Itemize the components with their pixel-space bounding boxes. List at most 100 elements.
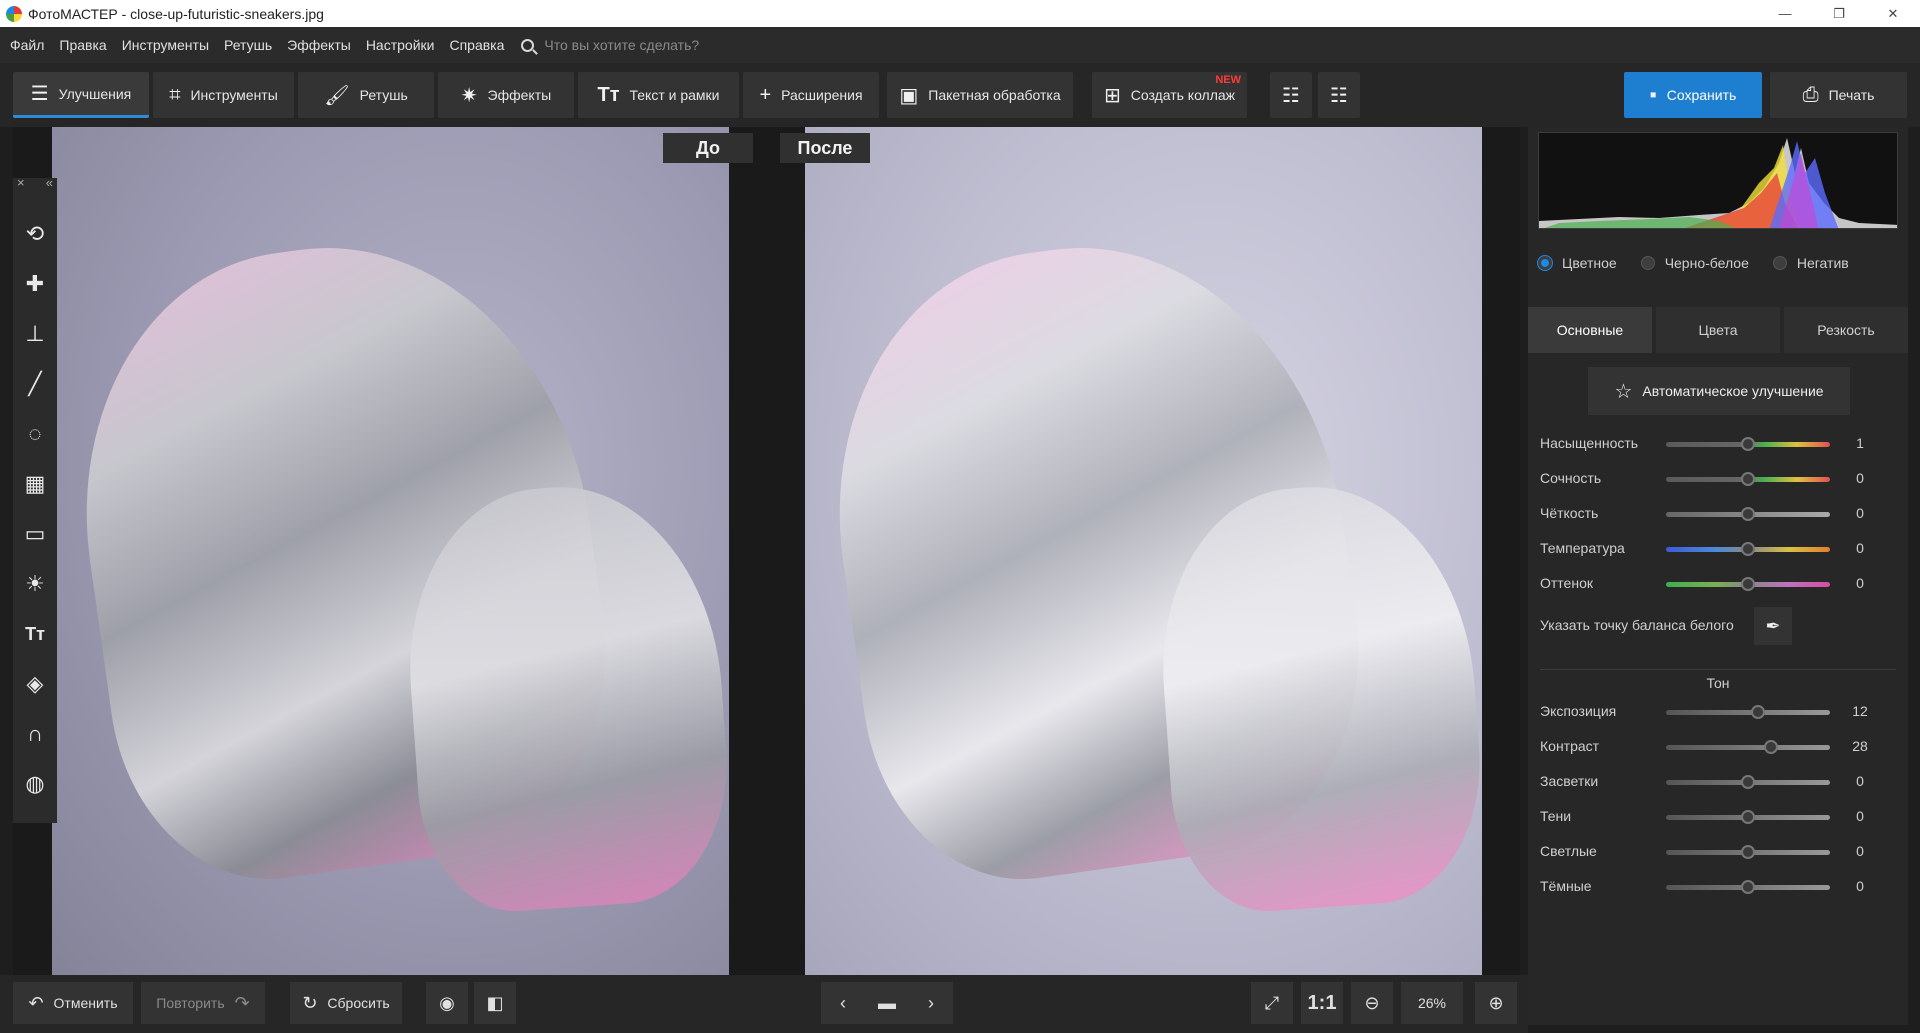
- reset-button[interactable]: ↻ Сбросить: [290, 982, 402, 1024]
- brush-tool-icon[interactable]: ╱: [19, 368, 51, 400]
- menu-tools[interactable]: Инструменты: [122, 37, 209, 53]
- slider-handle[interactable]: [1741, 472, 1755, 486]
- tab-sharpness[interactable]: Резкость: [1784, 307, 1908, 353]
- vignette-icon[interactable]: ▭: [19, 518, 51, 550]
- slider-handle[interactable]: [1741, 437, 1755, 451]
- menu-edit[interactable]: Правка: [59, 37, 106, 53]
- tab-label: Эффекты: [487, 87, 552, 103]
- save-button[interactable]: ▪ Сохранить: [1624, 72, 1762, 118]
- slider-handle[interactable]: [1741, 577, 1755, 591]
- slider-track[interactable]: [1666, 577, 1830, 591]
- slider-handle[interactable]: [1741, 542, 1755, 556]
- slider-handle[interactable]: [1741, 775, 1755, 789]
- slider-track[interactable]: [1666, 740, 1830, 754]
- menu-help[interactable]: Справка: [449, 37, 504, 53]
- slider-value: 28: [1852, 738, 1868, 754]
- auto-enhance-button[interactable]: ☆ Автоматическое улучшение: [1588, 367, 1850, 415]
- after-label: После: [780, 133, 870, 163]
- fit-to-screen-button[interactable]: ⤢: [1251, 982, 1293, 1024]
- menu-retouch[interactable]: Ретушь: [224, 37, 272, 53]
- menu-effects[interactable]: Эффекты: [287, 37, 351, 53]
- slider-track[interactable]: [1666, 880, 1830, 894]
- tab-extensions[interactable]: + Расширения: [743, 72, 879, 118]
- tab-effects[interactable]: ✷ Эффекты: [438, 72, 574, 118]
- slider-track[interactable]: [1666, 810, 1830, 824]
- open-folder-button[interactable]: ▬: [865, 982, 909, 1024]
- undo-button[interactable]: ↶ Отменить: [13, 982, 133, 1024]
- zoom-out-button[interactable]: ⊖: [1351, 982, 1393, 1024]
- redo-button[interactable]: Повторить ↷: [141, 982, 265, 1024]
- maximize-button[interactable]: ❐: [1812, 0, 1866, 27]
- slider-track[interactable]: [1666, 507, 1830, 521]
- tab-enhancements[interactable]: ☰ Улучшения: [13, 72, 149, 118]
- batch-processing-button[interactable]: ▣ Пакетная обработка: [887, 72, 1073, 118]
- tab-retouch[interactable]: 🖌 Ретушь: [298, 72, 434, 118]
- rotate-tool-icon[interactable]: ⟲: [19, 218, 51, 250]
- slider-handle[interactable]: [1741, 810, 1755, 824]
- tab-label: Расширения: [781, 87, 863, 103]
- close-panel-icon[interactable]: ×: [17, 175, 25, 195]
- radio-icon: [1772, 256, 1787, 270]
- sneaker-back: [397, 476, 729, 918]
- slider-track[interactable]: [1666, 472, 1830, 486]
- slider-track[interactable]: [1666, 705, 1830, 719]
- close-window-button[interactable]: ✕: [1866, 0, 1920, 27]
- tab-tools[interactable]: ⌗ Инструменты: [153, 72, 294, 118]
- mode-negative[interactable]: Негатив: [1772, 255, 1849, 271]
- mode-color[interactable]: Цветное: [1538, 255, 1617, 271]
- auto-enhance-label: Автоматическое улучшение: [1642, 383, 1824, 399]
- minimize-button[interactable]: —: [1758, 0, 1812, 27]
- slider-label: Экспозиция: [1540, 703, 1617, 719]
- fill-icon[interactable]: ◈: [19, 668, 51, 700]
- gradient-filter-icon[interactable]: ▦: [19, 468, 51, 500]
- mode-bw[interactable]: Черно-белое: [1640, 255, 1749, 271]
- slider-track[interactable]: [1666, 437, 1830, 451]
- healing-patch-icon[interactable]: ✚: [19, 268, 51, 300]
- tab-basic[interactable]: Основные: [1528, 307, 1652, 353]
- zoom-level[interactable]: 26%: [1401, 982, 1463, 1024]
- eye-icon: ◉: [439, 992, 455, 1013]
- search-icon: [521, 38, 535, 52]
- reset-icon: ↻: [302, 992, 318, 1013]
- next-image-button[interactable]: ›: [909, 982, 953, 1024]
- tab-label: Пакетная обработка: [928, 87, 1061, 103]
- menu-settings[interactable]: Настройки: [366, 37, 435, 53]
- stamp-icon[interactable]: ⊥: [19, 318, 51, 350]
- menu-file[interactable]: Файл: [10, 37, 44, 53]
- light-icon[interactable]: ☀: [19, 568, 51, 600]
- slider-value: 0: [1856, 540, 1864, 556]
- actual-size-button[interactable]: 1:1: [1301, 982, 1343, 1024]
- preview-toggle-button[interactable]: ◉: [426, 982, 468, 1024]
- print-button[interactable]: ⎙ Печать: [1770, 72, 1907, 118]
- zoom-in-button[interactable]: ⊕: [1475, 982, 1517, 1024]
- compare-view-button[interactable]: ◧: [474, 982, 516, 1024]
- tab-colors[interactable]: Цвета: [1656, 307, 1780, 353]
- tab-text-frames[interactable]: Tт Текст и рамки: [578, 72, 739, 118]
- printer-icon: ⎙: [1802, 83, 1819, 106]
- add-preset-button[interactable]: ☷: [1270, 72, 1312, 118]
- slider-handle[interactable]: [1741, 507, 1755, 521]
- create-collage-button[interactable]: ⊞ Создать коллаж NEW: [1092, 72, 1247, 118]
- redo-label: Повторить: [156, 995, 225, 1011]
- slider-handle[interactable]: [1741, 845, 1755, 859]
- slider-value: 0: [1856, 808, 1864, 824]
- radial-filter-icon[interactable]: ◌: [19, 418, 51, 450]
- slider-track[interactable]: [1666, 775, 1830, 789]
- main-toolbar: ☰ Улучшения ⌗ Инструменты 🖌 Ретушь ✷ Эфф…: [0, 63, 1920, 127]
- curves-icon[interactable]: ∩: [19, 718, 51, 750]
- previous-image-button[interactable]: ‹: [821, 982, 865, 1024]
- slider-track[interactable]: [1666, 542, 1830, 556]
- slider-row: Светлые 0: [1540, 843, 1900, 863]
- globe-icon[interactable]: ◍: [19, 768, 51, 800]
- slider-track[interactable]: [1666, 845, 1830, 859]
- slider-handle[interactable]: [1763, 740, 1778, 754]
- history-button[interactable]: ☷: [1318, 72, 1360, 118]
- collapse-panel-icon[interactable]: «: [46, 175, 53, 195]
- command-search[interactable]: Что вы хотите сделать?: [521, 37, 699, 53]
- slider-handle[interactable]: [1750, 705, 1765, 719]
- text-tool-icon[interactable]: Tт: [19, 618, 51, 650]
- save-label: Сохранить: [1666, 87, 1737, 103]
- slider-handle[interactable]: [1741, 880, 1755, 894]
- eyedropper-button[interactable]: ✒: [1754, 607, 1792, 645]
- split-view-icon: ◧: [486, 992, 504, 1013]
